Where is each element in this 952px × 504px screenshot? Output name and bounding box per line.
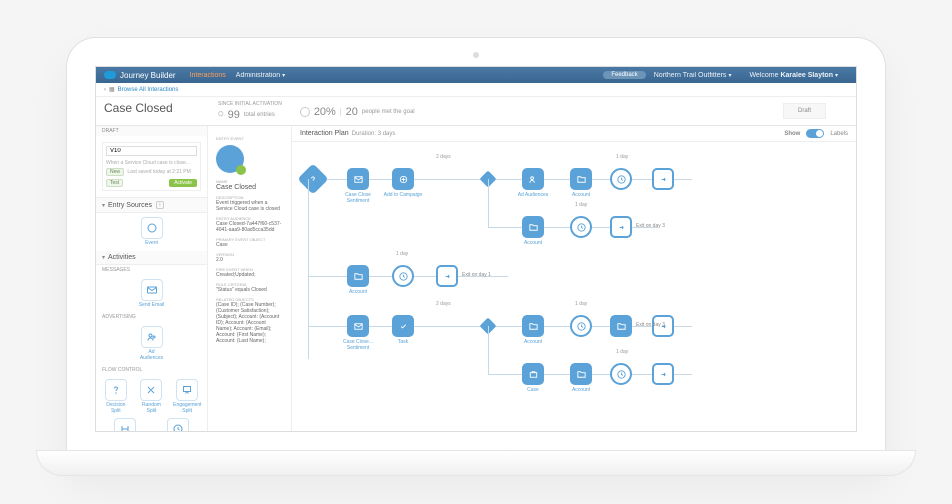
nav-interactions[interactable]: Interactions [190,72,226,79]
left-sidebar: DRAFT When a Service Cloud case is close… [96,126,208,432]
activities-header[interactable]: ▾Activities [96,251,207,265]
node-folder-4[interactable] [522,315,544,337]
page-title: Case Closed [104,101,200,115]
goal-count: 20 [346,106,358,118]
laptop-frame: Journey Builder Interactions Administrat… [66,37,886,467]
flow-canvas[interactable]: Case Close Sentiment Add to Campaign 2 d… [292,146,856,432]
clock-icon [167,418,189,432]
node-folder-6[interactable] [570,363,592,385]
detail-name: Case Closed [216,184,283,191]
draft-header: DRAFT [96,126,207,136]
node-adaud[interactable] [522,168,544,190]
node-folder-2[interactable] [522,216,544,238]
engagement-icon [176,379,198,401]
camera-dot [473,52,479,58]
node-exit-1[interactable] [652,168,674,190]
node-wait-3[interactable] [392,265,414,287]
info-icon[interactable]: i [156,201,164,209]
feedback-button[interactable]: Feedback [603,71,645,79]
entry-sources-header[interactable]: ▾Entry Sourcesi [96,198,207,213]
canvas[interactable]: Interaction Plan Duration: 3 days Show L… [292,126,856,432]
node-wait-2[interactable] [570,216,592,238]
entries-count: 99 [228,109,240,121]
event-icon [141,217,163,239]
question-icon [105,379,127,401]
new-tag[interactable]: New [106,168,124,176]
salesforce-cloud-icon [104,71,116,79]
status-badge: Draft [783,103,826,119]
screen: Journey Builder Interactions Administrat… [95,66,857,432]
node-folder-1[interactable] [570,168,592,190]
node-email[interactable] [347,168,369,190]
node-exit-5[interactable] [652,363,674,385]
node-exit-3[interactable] [436,265,458,287]
top-bar: Journey Builder Interactions Administrat… [96,67,856,83]
node-folder-3[interactable] [347,265,369,287]
envelope-icon [141,279,163,301]
activity-engagement-split[interactable]: Engagement Split [173,379,201,414]
node-campaign[interactable] [392,168,414,190]
activity-random-split[interactable]: Random Split [137,379,165,414]
node-decision[interactable] [297,163,328,194]
join-icon [114,418,136,432]
node-task[interactable] [392,315,414,337]
app-brand: Journey Builder [120,71,176,80]
random-icon [140,379,162,401]
test-button[interactable]: Test [106,179,123,187]
audience-icon [141,326,163,348]
node-wait-1[interactable] [610,168,632,190]
canvas-header: Interaction Plan Duration: 3 days Show L… [292,126,856,142]
grid-icon: ▦ [109,86,115,93]
since-label: SINCE INITIAL ACTIVATION [218,101,282,107]
sub-header: Case Closed SINCE INITIAL ACTIVATION ⛭ 9… [96,97,856,126]
version-box: When a Service Cloud case is close... Ne… [102,142,201,191]
breadcrumb[interactable]: ‹ ▦ Browse All Interactions [96,83,856,97]
node-wait-4[interactable] [570,315,592,337]
laptop-base [36,450,916,476]
chevron-down-icon: ▾ [282,73,285,79]
source-event[interactable]: Event [138,217,166,247]
user-menu[interactable]: Welcome Karalee Slayton▾ [749,72,838,79]
activity-join[interactable]: Join [111,418,139,432]
version-input[interactable] [106,146,197,156]
goal-pct: 20% [314,106,336,118]
activity-wait[interactable]: Wait [164,418,192,432]
org-menu[interactable]: Northern Trail Outfitters▾ [654,72,732,79]
trophy-icon [300,107,310,117]
node-exit-2[interactable] [610,216,632,238]
labels-toggle[interactable] [806,129,824,138]
node-folder-5[interactable] [610,315,632,337]
node-wait-5[interactable] [610,363,632,385]
entry-event-icon [216,145,244,173]
nav-administration[interactable]: Administration▾ [236,72,285,79]
activate-button[interactable]: Activate [169,179,197,187]
people-icon: ⛭ [218,111,224,119]
activity-decision-split[interactable]: Decision Split [102,379,130,414]
node-email-2[interactable] [347,315,369,337]
node-case[interactable] [522,363,544,385]
back-icon[interactable]: ‹ [104,87,106,93]
activity-send-email[interactable]: Send Email [138,279,166,309]
activity-ad-audiences[interactable]: Ad Audiences [138,326,166,361]
detail-panel: ENTRY EVENT NAME Case Closed DESCRIPTION… [208,126,292,432]
